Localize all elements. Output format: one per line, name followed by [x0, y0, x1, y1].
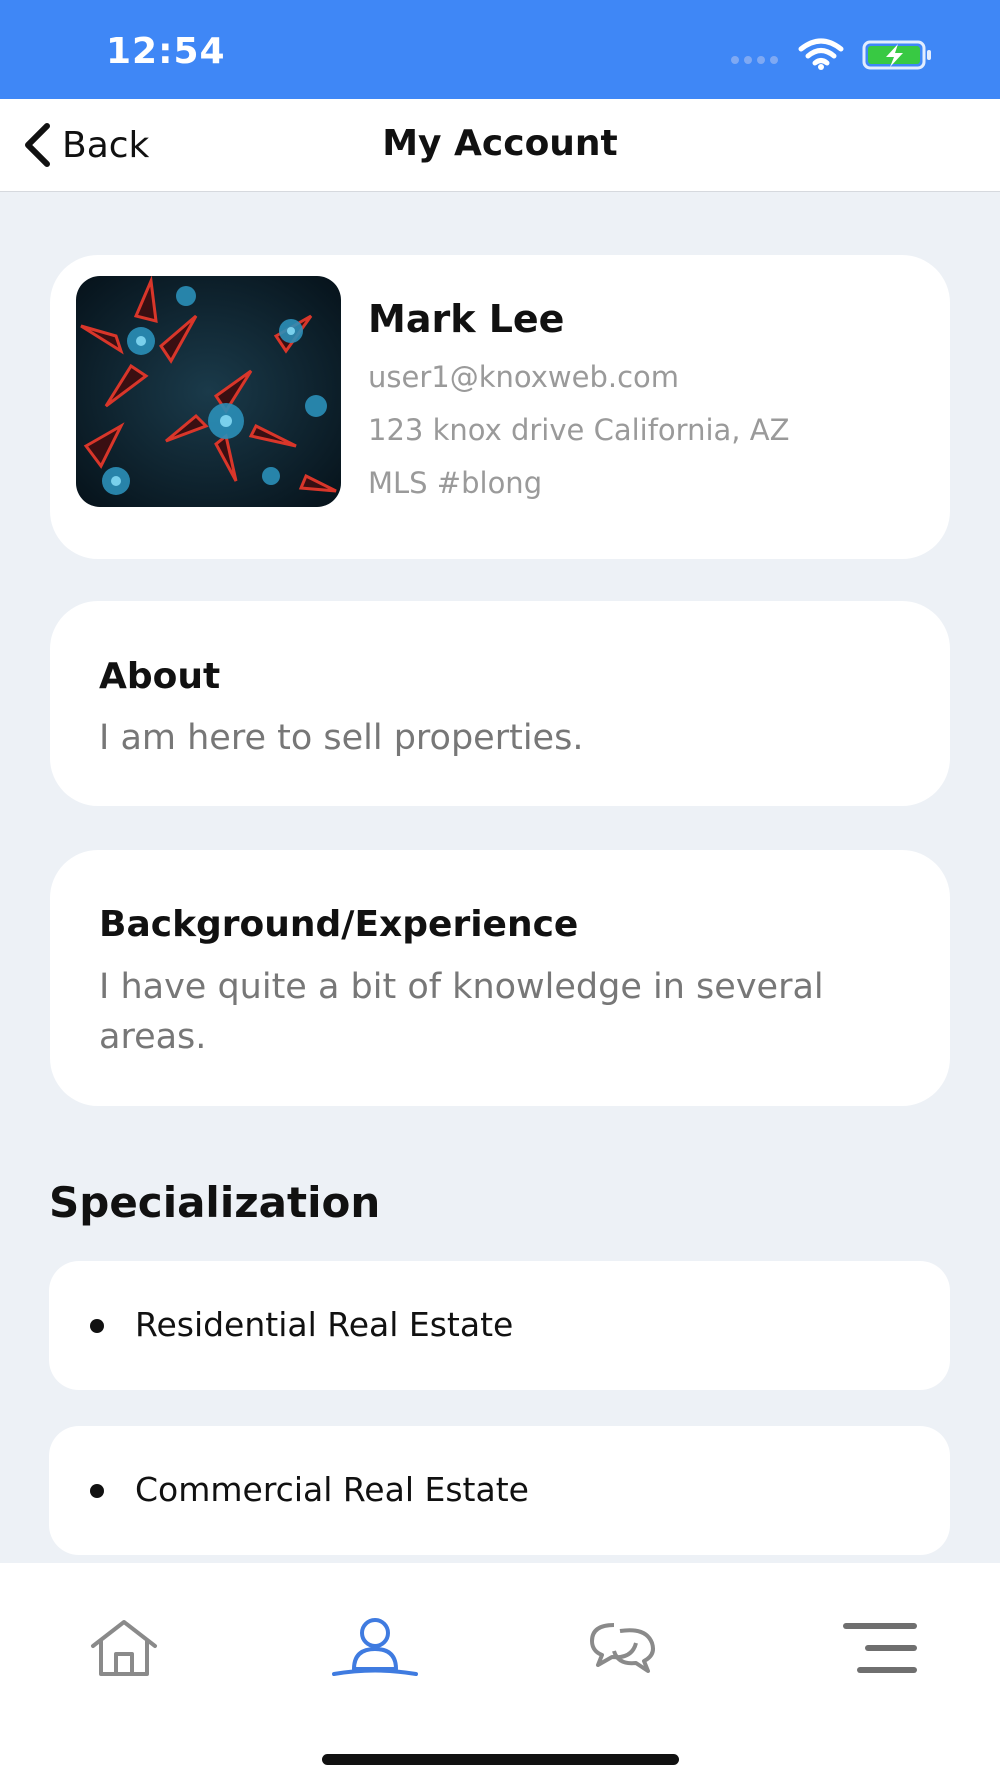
avatar[interactable]: [76, 276, 341, 507]
about-card: About I am here to sell properties.: [50, 601, 950, 806]
profile-mls: MLS #blong: [368, 466, 543, 500]
tab-bar: [0, 1563, 1000, 1778]
background-experience-card: Background/Experience I have quite a bit…: [50, 850, 950, 1106]
home-indicator: [322, 1754, 679, 1765]
status-bar: 12:54: [0, 0, 1000, 99]
list-item[interactable]: Commercial Real Estate: [49, 1426, 950, 1555]
specialization-heading: Specialization: [49, 1178, 381, 1227]
user-icon: [332, 1618, 418, 1676]
menu-icon: [843, 1623, 917, 1673]
list-item[interactable]: Residential Real Estate: [49, 1261, 950, 1390]
tab-home[interactable]: [69, 1603, 179, 1693]
background-title: Background/Experience: [99, 904, 579, 945]
battery-charging-icon: [862, 40, 931, 70]
tab-chat[interactable]: [569, 1603, 679, 1693]
about-text: I am here to sell properties.: [99, 718, 584, 758]
about-title: About: [99, 656, 221, 697]
tab-menu[interactable]: [825, 1603, 935, 1693]
cellular-signal-icon: [731, 56, 778, 64]
profile-address: 123 knox drive California, AZ: [368, 413, 790, 447]
wifi-icon: [798, 38, 844, 70]
chat-icon: [590, 1623, 655, 1673]
specialization-label: Commercial Real Estate: [135, 1470, 529, 1509]
specialization-label: Residential Real Estate: [135, 1305, 514, 1344]
profile-card: Mark Lee user1@knoxweb.com 123 knox driv…: [50, 255, 950, 559]
tab-account[interactable]: [320, 1603, 430, 1693]
status-time: 12:54: [106, 31, 226, 72]
bullet-icon: [90, 1319, 104, 1333]
bullet-icon: [90, 1484, 104, 1498]
profile-email: user1@knoxweb.com: [368, 360, 680, 394]
home-icon: [91, 1620, 157, 1676]
navigation-bar: Back My Account: [0, 99, 1000, 192]
profile-name: Mark Lee: [368, 297, 565, 341]
page-title: My Account: [382, 123, 618, 164]
background-text: I have quite a bit of knowledge in sever…: [99, 967, 824, 1057]
